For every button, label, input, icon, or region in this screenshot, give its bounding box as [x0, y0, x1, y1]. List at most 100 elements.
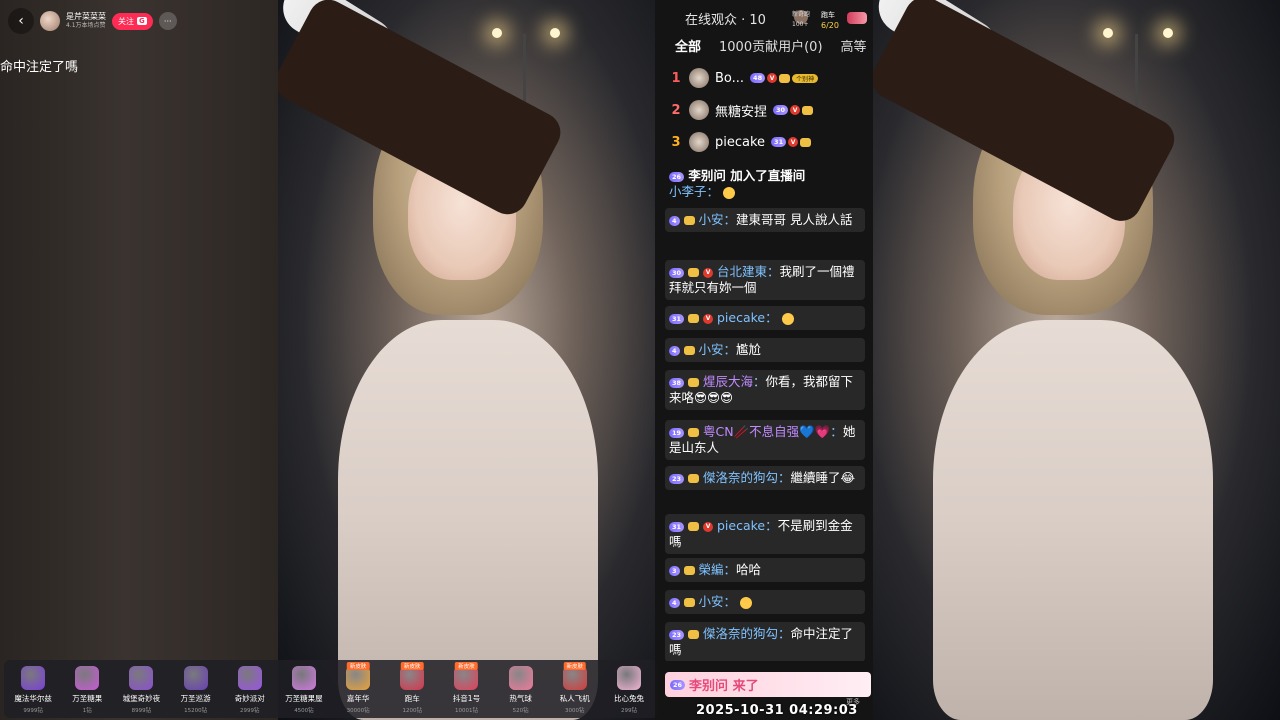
gift-item[interactable]: 新皮肤 嘉年华 30000钻	[331, 662, 385, 714]
gift-name: 城堡奇妙夜	[122, 694, 161, 703]
chat-username[interactable]: 小安	[699, 594, 724, 609]
live-video[interactable]	[278, 0, 655, 720]
gift-icon	[183, 666, 208, 690]
streamer-avatar[interactable]	[40, 11, 60, 31]
rank-row[interactable]: 3 piecake 31 V	[669, 130, 812, 154]
level-badge: 31	[669, 313, 685, 324]
rank-name: 無糖安捏	[715, 104, 768, 120]
gift-item[interactable]: 万圣巡游 15200钻	[169, 664, 223, 714]
chat-message[interactable]: 31 V piecake：	[665, 306, 865, 330]
vip-badge-icon: V	[703, 267, 714, 278]
gift-name: 跑车	[404, 694, 420, 703]
gift-tag: 新皮肤	[346, 662, 370, 670]
tab-0[interactable]: 全部	[675, 36, 701, 55]
gift-item[interactable]: 新皮肤 抖音1号 10001钻	[439, 662, 493, 714]
fan-badge-icon	[688, 378, 700, 387]
chat-separator: ：	[765, 310, 778, 325]
chat-username[interactable]: 煋辰大海	[703, 374, 753, 389]
chat-message[interactable]: 23 傑洛奈的狗勾：繼續睡了😂	[665, 466, 865, 490]
chat-message[interactable]: 小李子：	[665, 180, 865, 204]
audience-panel: 在线观众 · 10 新奇跑 100+ 跑车 6/20 全部 1000贡献用户(0)…	[655, 0, 873, 720]
chat-list[interactable]: 26 李别问 加入了直播间 小李子： 4 小安：建東哥哥 見人說人話 30 V 台北…	[665, 156, 865, 661]
tab-1[interactable]: 1000贡献用户(0)	[719, 36, 823, 55]
back-arrow-icon[interactable]: ‹	[8, 8, 34, 34]
gift-item[interactable]: 万圣糖果 1钻	[60, 664, 114, 714]
gift-item[interactable]: 新皮肤 私人飞机 3000钻	[548, 662, 602, 714]
online-viewers[interactable]: 在线观众 · 10	[685, 9, 766, 28]
live-stream-screen: ‹ 是芹菜菜菜 4.1万本场点赞 关注 G ··· 命中注定了嗎 魔法华尔兹 99…	[0, 0, 1280, 720]
gift-price: 8999钻	[131, 708, 152, 714]
title-tag: 个别神	[792, 73, 819, 83]
gift-item[interactable]: 比心兔兔 299钻	[602, 664, 656, 714]
gift-name: 私人飞机	[559, 694, 590, 703]
chat-username[interactable]: 粤CN🥢不息自强💙💗	[703, 424, 830, 439]
level-badge: 30	[669, 267, 685, 278]
more-options-button[interactable]: ···	[158, 12, 177, 30]
avatar[interactable]	[689, 68, 709, 88]
join-notification: 26 李别问 来了	[665, 672, 871, 697]
tab-2[interactable]: 高等	[841, 36, 867, 55]
panel-header: 在线观众 · 10 新奇跑 100+ 跑车 6/20	[655, 0, 873, 32]
chat-message[interactable]: 19 粤CN🥢不息自强💙💗：她是山东人	[665, 420, 865, 460]
car-count: 6/20	[821, 21, 839, 30]
header-tiny-count: 100+	[792, 21, 809, 28]
follow-badge: G	[137, 17, 147, 25]
timestamp: 2025-10-31 04:29:03	[696, 703, 858, 718]
performer-dress	[933, 320, 1213, 720]
follow-label: 关注	[118, 16, 134, 26]
rank-row[interactable]: 2 無糖安捏 30 V	[669, 98, 814, 122]
level-badge: 30	[773, 105, 789, 115]
panel-tabs: 全部 1000贡献用户(0) 高等	[675, 36, 867, 55]
chat-username[interactable]: piecake	[717, 310, 765, 325]
sports-car-icon[interactable]	[847, 12, 867, 24]
chat-username[interactable]: 傑洛奈的狗勾	[703, 626, 778, 641]
chat-username[interactable]: 傑洛奈的狗勾	[703, 470, 778, 485]
gift-item[interactable]: 城堡奇妙夜 8999钻	[114, 664, 168, 714]
emoji-icon	[740, 596, 753, 609]
chat-username[interactable]: 台北建東	[717, 264, 767, 279]
gift-item[interactable]: 新皮肤 跑车 1200钻	[385, 662, 439, 714]
emoji-icon	[723, 186, 736, 199]
chat-message[interactable]: 4 小安：	[665, 590, 865, 614]
rank-row[interactable]: 1 Bo... 48 V 个别神	[669, 66, 819, 90]
gift-price: 2999钻	[240, 708, 260, 714]
gift-item[interactable]: 万圣糖果屋 4500钻	[277, 664, 331, 714]
chat-username[interactable]: 榮編	[699, 562, 724, 577]
vip-badge-icon: V	[788, 137, 799, 147]
chat-separator: ：	[830, 424, 843, 439]
level-badge: 4	[669, 597, 680, 608]
chat-message[interactable]: 38 煋辰大海：你看，我都留下来咯😎😎😎	[665, 370, 865, 410]
gift-icon	[508, 666, 533, 690]
gift-item[interactable]: 热气球 520钻	[494, 664, 548, 714]
level-badge: 19	[669, 427, 685, 438]
fan-badge-icon	[683, 216, 695, 225]
chat-message[interactable]: 31 V piecake：不是刷到金金嗎	[665, 514, 865, 554]
fan-badge-icon	[802, 105, 814, 115]
level-badge: 38	[669, 377, 685, 388]
chat-message[interactable]: 23 傑洛奈的狗勾：命中注定了嗎	[665, 622, 865, 661]
gift-item[interactable]: 魔法华尔兹 9999钻	[6, 664, 60, 714]
gift-item[interactable]: 奇妙派对 2999钻	[223, 664, 277, 714]
chat-username[interactable]: piecake	[717, 518, 765, 533]
streamer-info[interactable]: 是芹菜菜菜 4.1万本场点赞	[66, 13, 106, 29]
chat-username[interactable]: 小安	[699, 342, 724, 357]
gift-price: 30000钻	[346, 708, 370, 714]
gift-icon	[616, 666, 641, 690]
street-light	[550, 28, 560, 38]
chat-message[interactable]: 4 小安：建東哥哥 見人說人話	[665, 208, 865, 232]
gift-bar: 魔法华尔兹 9999钻 万圣糖果 1钻 城堡奇妙夜 8999钻 万圣巡游 15200钻 奇妙派对…	[4, 660, 658, 718]
chat-text: 繼續睡了😂	[790, 470, 856, 485]
blurred-background-left	[0, 0, 278, 720]
follow-button[interactable]: 关注 G	[112, 12, 153, 30]
chat-username[interactable]: 小安	[699, 212, 724, 227]
chat-message[interactable]: 3 榮編：哈哈	[665, 558, 865, 582]
level-badge: 31	[771, 137, 787, 147]
rank-badges: 31 V	[771, 137, 812, 147]
chat-separator: ：	[778, 626, 791, 641]
avatar[interactable]	[689, 100, 709, 120]
avatar[interactable]	[689, 132, 709, 152]
chat-message[interactable]: 4 小安：尷尬	[665, 338, 865, 362]
chat-username[interactable]: 小李子	[669, 184, 707, 199]
chat-message[interactable]: 30 V 台北建東：我刷了一個禮拜就只有妳一個	[665, 260, 865, 300]
fan-badge-icon	[683, 598, 695, 607]
